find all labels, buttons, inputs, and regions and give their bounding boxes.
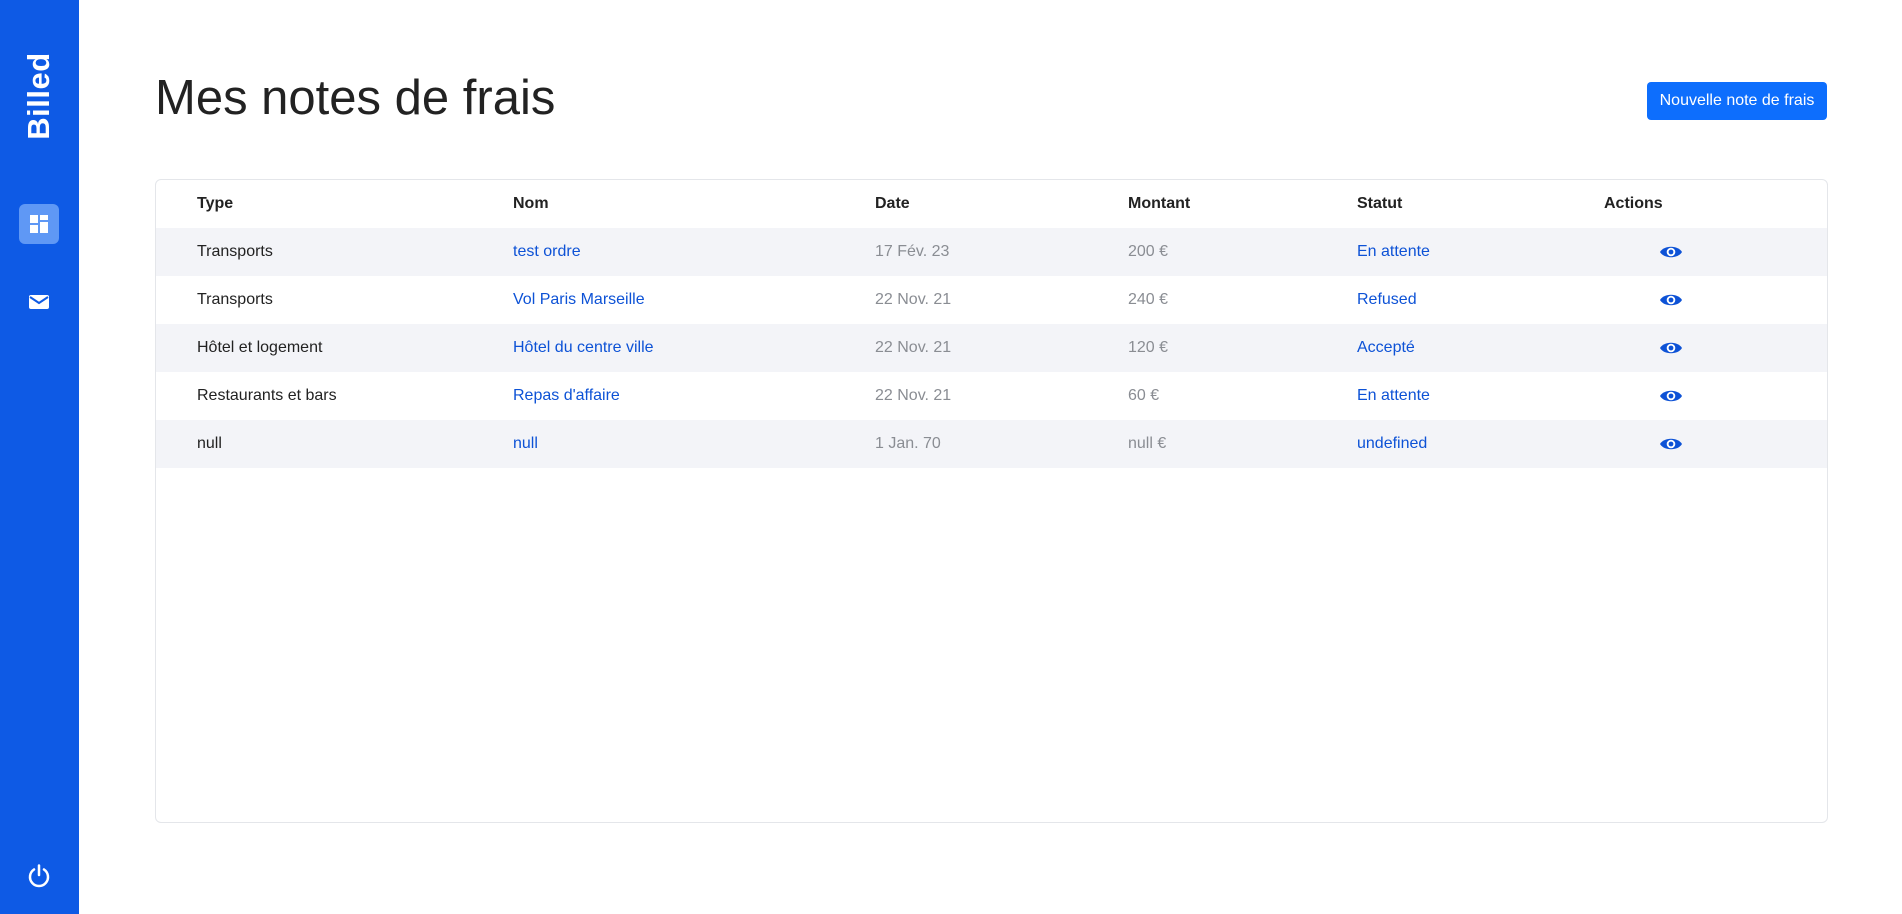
cell-date: 17 Fév. 23 (875, 243, 950, 260)
cell-date: 1 Jan. 70 (875, 435, 941, 452)
cell-type: Transports (197, 243, 273, 260)
app-brand: Billed (21, 52, 56, 140)
cell-actions (1604, 324, 1827, 372)
cell-date: 22 Nov. 21 (875, 339, 952, 356)
bills-table-card: Type Nom Date Montant Statut Actions Tra… (155, 179, 1828, 823)
cell-amount: 240 € (1128, 291, 1169, 308)
table-row: Transports test ordre 17 Fév. 23 200 € E… (156, 228, 1827, 276)
cell-status: En attente (1357, 243, 1430, 260)
page-title: Mes notes de frais (155, 71, 556, 125)
cell-type: Hôtel et logement (197, 339, 323, 356)
cell-actions (1604, 276, 1827, 324)
window-icon (30, 215, 48, 233)
cell-status: En attente (1357, 387, 1430, 404)
table-row: Transports Vol Paris Marseille 22 Nov. 2… (156, 276, 1827, 324)
column-header-type: Type (197, 195, 234, 212)
cell-actions (1604, 228, 1827, 276)
sidebar-item-mail[interactable] (19, 282, 59, 322)
column-header-amount: Montant (1128, 195, 1191, 212)
mail-icon (29, 295, 49, 309)
cell-amount: 120 € (1128, 339, 1169, 356)
cell-amount: 200 € (1128, 243, 1169, 260)
table-row: null null 1 Jan. 70 null € undefined (156, 420, 1827, 468)
table-header-row: Type Nom Date Montant Statut Actions (156, 180, 1827, 228)
logout-button[interactable] (19, 856, 59, 896)
column-header-date: Date (875, 195, 910, 212)
cell-name: Vol Paris Marseille (513, 291, 645, 308)
sidebar-item-bills[interactable] (19, 204, 59, 244)
eye-icon[interactable] (1659, 436, 1683, 452)
cell-name: null (513, 435, 538, 452)
cell-date: 22 Nov. 21 (875, 387, 952, 404)
cell-actions (1604, 372, 1827, 420)
cell-name: Repas d'affaire (513, 387, 620, 404)
cell-status: Refused (1357, 291, 1417, 308)
eye-icon[interactable] (1659, 388, 1683, 404)
eye-icon[interactable] (1659, 244, 1683, 260)
cell-actions (1604, 420, 1827, 468)
column-header-name: Nom (513, 195, 549, 212)
column-header-status: Statut (1357, 195, 1403, 212)
eye-icon[interactable] (1659, 292, 1683, 308)
table-row: Hôtel et logement Hôtel du centre ville … (156, 324, 1827, 372)
cell-date: 22 Nov. 21 (875, 291, 952, 308)
cell-amount: 60 € (1128, 387, 1160, 404)
bills-table: Type Nom Date Montant Statut Actions Tra… (156, 180, 1827, 468)
cell-name: test ordre (513, 243, 581, 260)
power-icon (28, 864, 50, 888)
sidebar: Billed (0, 0, 79, 914)
cell-name: Hôtel du centre ville (513, 339, 654, 356)
column-header-actions: Actions (1604, 195, 1663, 212)
cell-status: Accepté (1357, 339, 1415, 356)
cell-amount: null € (1128, 435, 1167, 452)
cell-type: Transports (197, 291, 273, 308)
cell-type: null (197, 435, 222, 452)
eye-icon[interactable] (1659, 340, 1683, 356)
table-row: Restaurants et bars Repas d'affaire 22 N… (156, 372, 1827, 420)
cell-type: Restaurants et bars (197, 387, 337, 404)
cell-status: undefined (1357, 435, 1428, 452)
new-bill-button[interactable]: Nouvelle note de frais (1647, 82, 1827, 120)
